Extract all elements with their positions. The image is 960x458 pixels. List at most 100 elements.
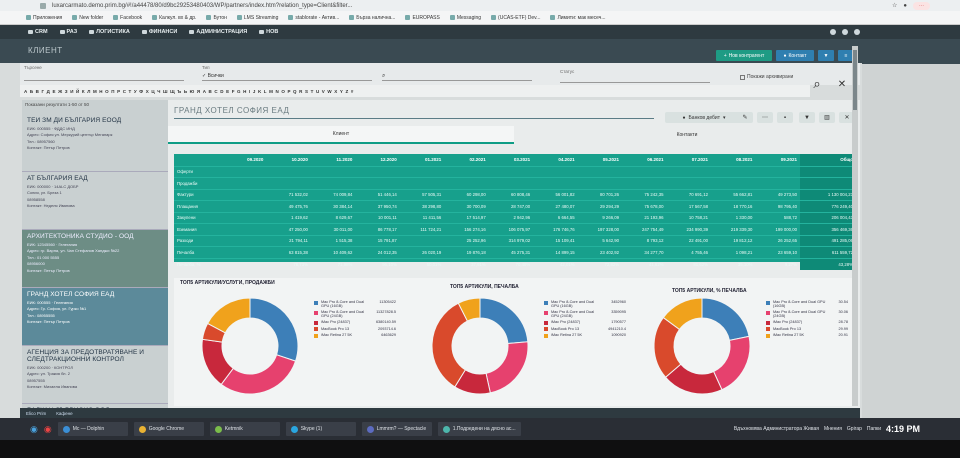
alpha-letter[interactable]: Q xyxy=(293,89,297,94)
alpha-letter[interactable]: U xyxy=(316,89,319,94)
taskbar-window[interactable]: Lmmrm? — Spectacle xyxy=(361,422,432,436)
alpha-letter[interactable]: T xyxy=(311,89,314,94)
nav-item-3[interactable]: ФИНАНСИ xyxy=(141,29,177,35)
filter-button[interactable]: ▼ xyxy=(818,50,834,61)
taskbar-window[interactable]: Mc — Dolphin xyxy=(57,422,128,436)
search-button[interactable]: ⌕ xyxy=(806,75,828,93)
company-list-item[interactable]: Агенция за предотвратяване и следтракцио… xyxy=(22,346,168,404)
alpha-letter[interactable]: С xyxy=(123,89,126,94)
donut-slice[interactable] xyxy=(712,335,751,391)
bookmark-item[interactable]: (UCAS-ETF) Dev... xyxy=(491,15,540,21)
nav-item-4[interactable]: АДМИНИСТРАЦИЯ xyxy=(189,29,247,35)
alpha-letter[interactable]: К xyxy=(82,89,85,94)
user-icon[interactable] xyxy=(854,29,860,35)
alpha-letter[interactable]: Ц xyxy=(151,89,154,94)
alpha-letter[interactable]: N xyxy=(275,89,278,94)
alpha-letter[interactable]: G xyxy=(237,89,241,94)
alpha-letter[interactable]: Ш xyxy=(163,89,168,94)
start-menu-icon[interactable]: ◉ xyxy=(30,424,38,435)
bookmark-item[interactable]: Facebook xyxy=(113,15,142,21)
browser-url-bar[interactable]: luxarcarmato.demo.prim.bg/#!/a44478/80/d… xyxy=(0,0,960,11)
legend-item[interactable]: Mac Pro 8-Core and Dual GPU (24GB) 335909… xyxy=(544,310,626,318)
alpha-letter[interactable]: B xyxy=(209,89,212,94)
legend-item[interactable]: iMac Pro (24837) 28.78 xyxy=(766,320,848,325)
alpha-letter[interactable]: Я xyxy=(197,89,200,94)
alpha-letter[interactable]: K xyxy=(258,89,261,94)
delete-button[interactable]: ▪ xyxy=(777,112,793,123)
taskbar-window[interactable]: Google Chrome xyxy=(133,422,204,436)
bank-debit-button[interactable]: ● Банков дебит ▾ xyxy=(665,112,743,123)
new-contact-button[interactable]: + Нов контрагент xyxy=(716,50,772,61)
company-list-item[interactable]: АТ България ЕАД ЕИК: 000000 · 14ALC ДОБР С… xyxy=(22,172,168,230)
alpha-letter[interactable]: Е xyxy=(52,89,55,94)
alpha-letter[interactable]: Й xyxy=(76,89,79,94)
alpha-letter[interactable]: V xyxy=(322,89,325,94)
alpha-letter[interactable]: М xyxy=(93,89,97,94)
alpha-letter[interactable]: Т xyxy=(129,89,132,94)
alpha-letter[interactable]: J xyxy=(253,89,256,94)
donut-slice[interactable] xyxy=(249,297,299,362)
legend-item[interactable]: iMac Pro (24837) 6380140.59 xyxy=(314,320,396,325)
alpha-letter[interactable]: C xyxy=(214,89,217,94)
alpha-letter[interactable]: D xyxy=(220,89,223,94)
bookmark-item[interactable]: Приложения xyxy=(26,15,62,21)
alpha-letter[interactable]: F xyxy=(232,89,235,94)
alpha-letter[interactable]: Н xyxy=(99,89,102,94)
filter-status-select[interactable] xyxy=(560,75,710,83)
donut-slice[interactable] xyxy=(485,341,529,394)
alpha-letter[interactable]: Х xyxy=(146,89,149,94)
alpha-letter[interactable]: # xyxy=(351,89,354,94)
filter-detail-button[interactable]: ▼ xyxy=(799,112,815,123)
alpha-letter[interactable]: Ъ xyxy=(177,89,181,94)
alpha-letter[interactable]: Р xyxy=(117,89,120,94)
url-text[interactable]: luxarcarmato.demo.prim.bg/#!/a44478/80/d… xyxy=(52,3,352,9)
alpha-letter[interactable]: А xyxy=(24,89,27,94)
tray-item[interactable]: Вдъхновява Администратора Живая xyxy=(734,426,819,432)
alpha-letter[interactable]: O xyxy=(281,89,285,94)
share-button[interactable]: ⋯ xyxy=(757,112,773,123)
chart-button[interactable]: ▥ xyxy=(819,112,835,123)
bookmark-item[interactable]: Бърза налична... xyxy=(349,15,395,21)
legend-item[interactable]: iMac Retina 27 5K 20.91 xyxy=(766,333,848,338)
company-list-item[interactable]: АРХИТЕКТОНИКА СТУДИО - ООД ЕИК: 12345560 … xyxy=(22,230,168,288)
filter-query-field[interactable]: ⌕ xyxy=(382,73,532,81)
legend-item[interactable]: iMac Retina 27 5K 6463629 xyxy=(314,333,396,338)
bell-icon[interactable] xyxy=(830,29,836,35)
taskbar-window[interactable]: Ketmnik xyxy=(209,422,280,436)
alpha-letter[interactable]: I xyxy=(249,89,250,94)
alpha-letter[interactable]: Д xyxy=(47,89,50,94)
alpha-letter[interactable]: M xyxy=(269,89,273,94)
legend-item[interactable]: iMac Pro (24837) 1790577 xyxy=(544,320,626,325)
legend-item[interactable]: Mac Pro 8-Core and Dual GPU (16GB) 345296… xyxy=(544,300,626,308)
bookmark-item[interactable]: Messaging xyxy=(449,15,481,21)
alpha-letter[interactable]: E xyxy=(226,89,229,94)
donut-slice[interactable] xyxy=(701,297,750,341)
profile-icon[interactable]: ● xyxy=(903,3,907,9)
legend-item[interactable]: MacBook Pro 13 2093714.6 xyxy=(314,327,396,331)
bookmark-item[interactable]: LMS Streaming xyxy=(236,15,278,21)
alpha-letter[interactable]: X xyxy=(334,89,337,94)
alpha-letter[interactable]: З xyxy=(65,89,68,94)
footer-company[interactable]: Elico Prim xyxy=(26,411,46,416)
legend-item[interactable]: MacBook Pro 13 4941210.4 xyxy=(544,327,626,331)
legend-item[interactable]: MacBook Pro 13 29.99 xyxy=(766,327,848,331)
alpha-letter[interactable]: Г xyxy=(42,89,45,94)
alpha-letter[interactable]: Ь xyxy=(184,89,187,94)
page-scrollbar[interactable] xyxy=(852,46,858,406)
contact-button[interactable]: ● Контакт xyxy=(776,50,814,61)
clock[interactable]: 4:19 PM xyxy=(886,424,920,434)
legend-item[interactable]: Mac Pro 8-Core and Dual GPU (16GB) 113054… xyxy=(314,300,396,308)
nav-item-5[interactable]: HOB xyxy=(259,29,278,35)
legend-item[interactable]: Mac Pro 8-Core and Dual GPU (24GB) 30.06 xyxy=(766,310,848,318)
legend-item[interactable]: iMac Retina 27 5K 1090920 xyxy=(544,333,626,338)
alpha-letter[interactable]: Л xyxy=(87,89,90,94)
nav-item-2[interactable]: ЛОГИСТИКА xyxy=(89,29,130,35)
bookmark-item[interactable]: New folder xyxy=(72,15,103,21)
show-archived-checkbox[interactable]: Покажи архивирани xyxy=(740,74,793,80)
alpha-letter[interactable]: W xyxy=(327,89,331,94)
checkbox-box[interactable] xyxy=(740,74,745,80)
update-pill[interactable]: ⋯ xyxy=(913,1,930,10)
settings-icon[interactable] xyxy=(842,29,848,35)
tray-item[interactable]: Папки xyxy=(867,426,881,432)
legend-item[interactable]: Mac Pro 8-Core and Dual GPU (16GB) 30.54 xyxy=(766,300,848,308)
